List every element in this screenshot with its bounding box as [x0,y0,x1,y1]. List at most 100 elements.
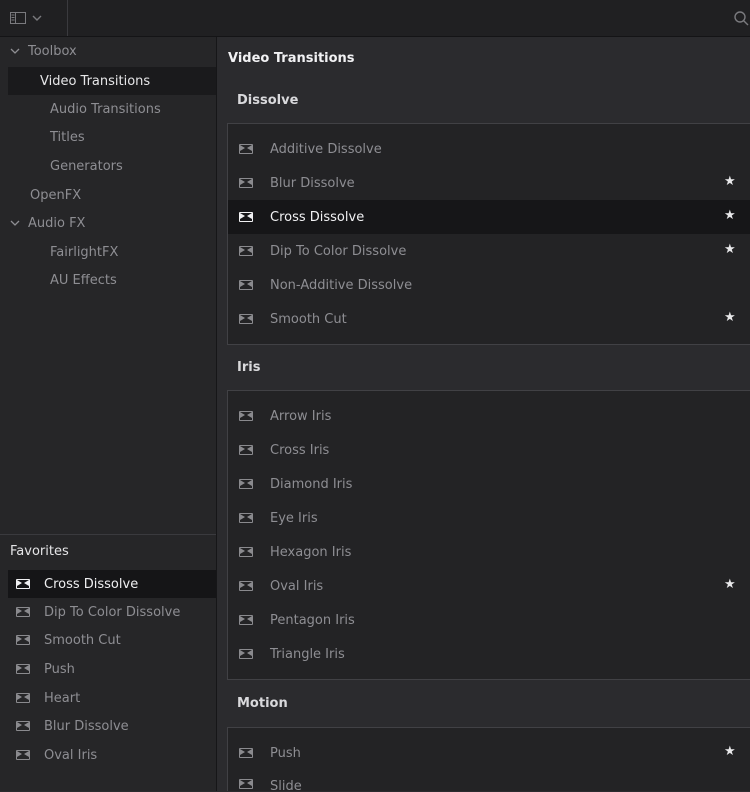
favorite-item[interactable]: Blur Dissolve [8,712,216,740]
tree-item-fairlightfx[interactable]: FairlightFX [8,238,216,266]
transition-icon [239,547,253,557]
tree-item-label: Audio FX [28,215,86,231]
transition-icon [239,212,253,222]
transition-icon [239,411,253,421]
transition-label: Cross Iris [270,442,330,458]
transition-label: Push [270,745,301,761]
transition-icon [239,479,253,489]
transition-item[interactable]: Push ★ [228,736,750,770]
transition-icon [239,581,253,591]
favorite-item-label: Dip To Color Dissolve [44,604,181,620]
transition-icon [239,246,253,256]
tree-item-openfx[interactable]: OpenFX [8,181,216,209]
transition-item[interactable]: Blur Dissolve ★ [228,166,750,200]
transition-label: Triangle Iris [270,646,345,662]
page-title: Video Transitions [228,51,355,66]
transition-label: Diamond Iris [270,476,353,492]
section-header-dissolve: Dissolve [237,93,299,108]
transition-icon [16,664,30,674]
chevron-down-icon [32,15,42,21]
star-icon[interactable]: ★ [724,745,737,758]
transition-icon [16,635,30,645]
transition-label: Additive Dissolve [270,141,382,157]
tree-item-generators[interactable]: Generators [8,152,216,180]
star-icon[interactable]: ★ [724,175,737,188]
transition-item[interactable]: Additive Dissolve [228,132,750,166]
section-header-motion: Motion [237,696,288,711]
favorite-item-label: Push [44,661,75,677]
transition-icon [16,750,30,760]
transition-item[interactable]: Oval Iris ★ [228,569,750,603]
transition-item[interactable]: Diamond Iris [228,467,750,501]
favorite-item-label: Smooth Cut [44,632,121,648]
transition-label: Blur Dissolve [270,175,355,191]
transition-item[interactable]: Smooth Cut ★ [228,302,750,336]
transition-icon [239,178,253,188]
favorite-item-label: Oval Iris [44,747,98,763]
panel-layout-toggle[interactable] [10,8,60,28]
tree-item-label: Audio Transitions [50,101,161,117]
sidebar: Toolbox Video Transitions Audio Transiti… [0,37,217,791]
transition-item[interactable]: Pentagon Iris [228,603,750,637]
chevron-down-icon [10,48,20,54]
section-dissolve: Additive Dissolve Blur Dissolve ★ Cross … [227,123,750,345]
tree-item-toolbox[interactable]: Toolbox [8,37,216,65]
tree-item-au-effects[interactable]: AU Effects [8,266,216,294]
toolbar-divider [67,0,68,36]
section-header-iris: Iris [237,360,261,375]
transition-item[interactable]: Slide [228,770,750,792]
transition-item[interactable]: Eye Iris [228,501,750,535]
transition-item[interactable]: Arrow Iris [228,399,750,433]
search-button[interactable] [733,10,750,27]
star-icon[interactable]: ★ [724,243,737,256]
favorite-item[interactable]: Dip To Color Dissolve [8,598,216,626]
search-icon [734,11,749,26]
transition-label: Smooth Cut [270,311,347,327]
star-icon[interactable]: ★ [724,209,737,222]
favorite-item[interactable]: Smooth Cut [8,626,216,654]
tree-item-titles[interactable]: Titles [8,123,216,151]
transition-icon [16,693,30,703]
tree-item-audio-fx[interactable]: Audio FX [8,209,216,237]
favorites-title: Favorites [10,544,69,559]
favorite-item-label: Blur Dissolve [44,718,129,734]
transition-item[interactable]: Hexagon Iris [228,535,750,569]
tree-item-label: Toolbox [28,43,77,59]
transition-item[interactable]: Non-Additive Dissolve [228,268,750,302]
transition-icon [239,748,253,758]
transition-icon [239,314,253,324]
section-iris: Arrow Iris Cross Iris Diamond Iris Eye I… [227,390,750,680]
favorite-item[interactable]: Heart [8,684,216,712]
transition-label: Non-Additive Dissolve [270,277,413,293]
transition-icon [239,144,253,154]
transition-item[interactable]: Cross Dissolve ★ [228,200,750,234]
section-motion: Push ★ Slide [227,727,750,792]
effects-library-window: Toolbox Video Transitions Audio Transiti… [0,0,750,792]
transition-icon [239,513,253,523]
panel-layout-icon [10,12,26,24]
chevron-down-icon [10,220,20,226]
favorite-item-label: Heart [44,690,81,706]
transition-icon [16,607,30,617]
favorite-item[interactable]: Push [8,655,216,683]
favorites-header: Favorites [0,534,216,568]
tree-item-label: FairlightFX [50,244,119,260]
transition-icon [239,445,253,455]
tree-item-video-transitions[interactable]: Video Transitions [8,67,216,95]
transition-label: Cross Dissolve [270,209,365,225]
transition-icon [239,649,253,659]
transition-item[interactable]: Triangle Iris [228,637,750,671]
transition-label: Hexagon Iris [270,544,352,560]
star-icon[interactable]: ★ [724,578,737,591]
tree-item-audio-transitions[interactable]: Audio Transitions [8,95,216,123]
transition-icon [16,579,30,589]
favorite-item[interactable]: Oval Iris [8,741,216,769]
transition-icon [239,779,253,789]
transition-item[interactable]: Dip To Color Dissolve ★ [228,234,750,268]
star-icon[interactable]: ★ [724,311,737,324]
transition-label: Eye Iris [270,510,318,526]
transition-item[interactable]: Cross Iris [228,433,750,467]
transition-icon [239,280,253,290]
transition-label: Pentagon Iris [270,612,355,628]
favorite-item[interactable]: Cross Dissolve [8,570,216,598]
